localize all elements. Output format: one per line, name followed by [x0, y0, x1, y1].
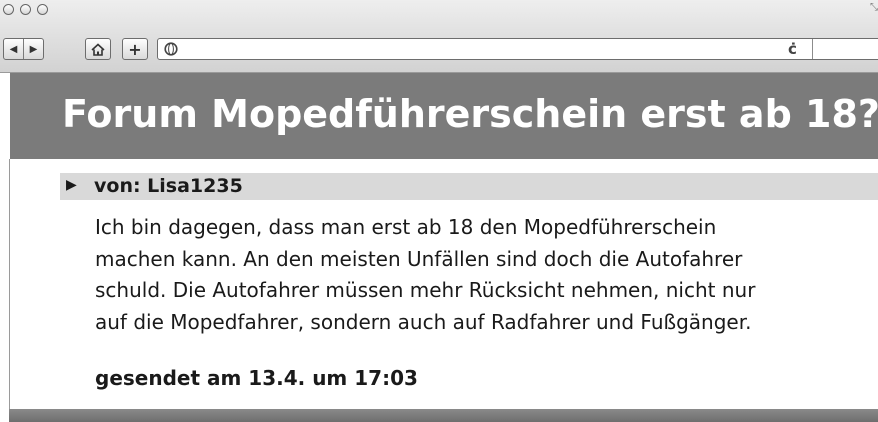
back-button[interactable]: ◀ — [4, 39, 23, 59]
post-text-line: auf die Mopedfahrer, sondern auch auf Ra… — [95, 309, 752, 334]
disclosure-arrow-icon[interactable]: ▶ — [66, 177, 77, 193]
page-title: Forum Mopedführerschein erst ab 18? — [62, 92, 878, 136]
page-banner: Forum Mopedführerschein erst ab 18? — [10, 73, 878, 159]
back-forward-group: ◀ ▶ — [3, 38, 44, 60]
browser-window: ⤡ ◀ ▶ + ċ Forum Mopedführerschein erst a… — [0, 0, 878, 422]
address-bar[interactable]: ċ — [157, 38, 878, 60]
add-bookmark-button[interactable]: + — [122, 38, 148, 60]
close-window-button[interactable] — [3, 4, 14, 15]
reload-icon[interactable]: ċ — [788, 40, 797, 58]
forward-button[interactable]: ▶ — [23, 39, 43, 59]
bottom-scroll-bar — [9, 409, 878, 422]
post-author: von: Lisa1235 — [94, 175, 243, 197]
post-header[interactable]: ▶ von: Lisa1235 — [60, 173, 878, 200]
globe-icon — [164, 42, 178, 56]
home-button[interactable] — [85, 38, 111, 60]
post-body: Ich bin dagegen, dass man erst ab 18 den… — [95, 212, 878, 338]
fullscreen-icon[interactable]: ⤡ — [870, 2, 878, 13]
minimize-window-button[interactable] — [20, 4, 31, 15]
post-text-line: schuld. Die Autofahrer müssen mehr Rücks… — [95, 278, 756, 302]
post-date: gesendet am 13.4. um 17:03 — [95, 366, 418, 390]
zoom-window-button[interactable] — [37, 4, 48, 15]
browser-toolbar: ⤡ ◀ ▶ + ċ — [0, 0, 878, 73]
post-text-line: Ich bin dagegen, dass man erst ab 18 den… — [95, 215, 717, 239]
address-divider — [812, 39, 813, 59]
content-frame-border — [9, 159, 10, 409]
post-text-line: machen kann. An den meisten Unfällen sin… — [95, 246, 743, 271]
home-icon — [91, 42, 105, 56]
